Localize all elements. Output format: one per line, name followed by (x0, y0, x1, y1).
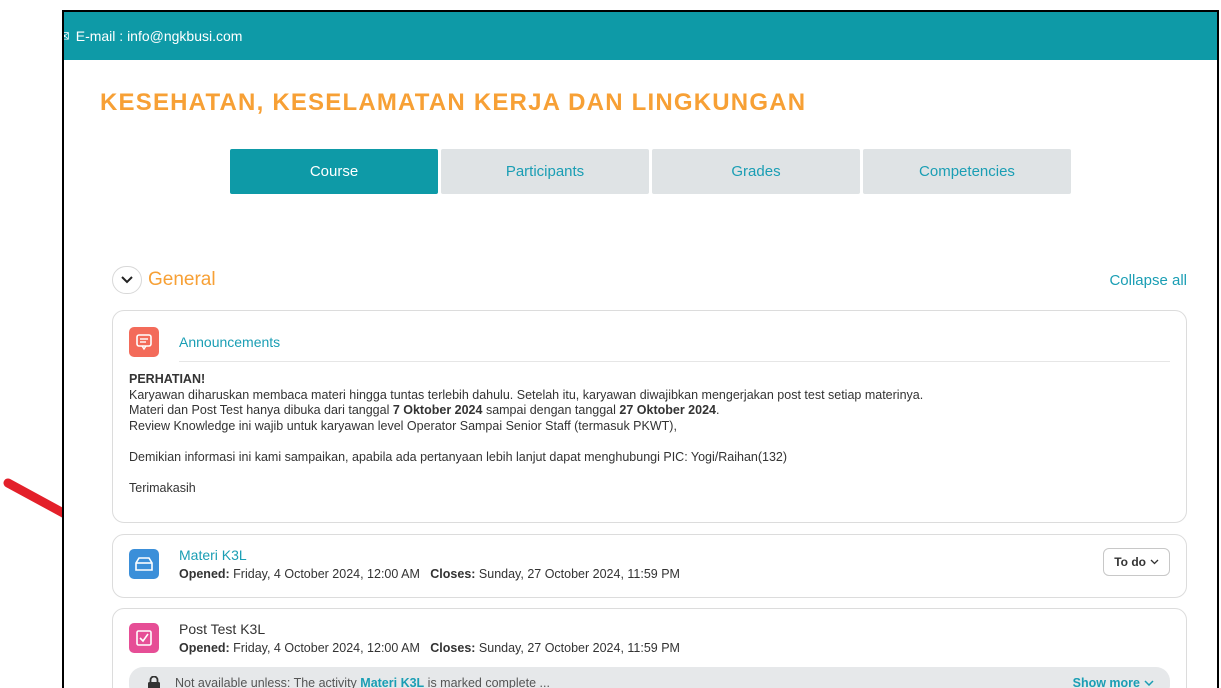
tab-participants[interactable]: Participants (441, 149, 649, 194)
top-contact-bar: ✉ E-mail : info@ngkbusi.com (64, 12, 1217, 60)
forum-icon (129, 327, 159, 357)
activity-posttest-card: Post Test K3L Opened: Friday, 4 October … (112, 608, 1187, 688)
activity-dates: Opened: Friday, 4 October 2024, 12:00 AM… (179, 567, 680, 581)
lock-icon (148, 676, 160, 688)
restriction-activity-link[interactable]: Materi K3L (360, 676, 424, 688)
announcement-line: Materi dan Post Test hanya dibuka dari t… (129, 403, 720, 417)
section-collapse-toggle[interactable] (112, 266, 142, 294)
announcements-card: Announcements PERHATIAN! Karyawan diharu… (112, 310, 1187, 523)
quiz-check-icon (129, 623, 159, 653)
restriction-text: Not available unless: The activity Mater… (175, 676, 550, 688)
section-title: General (148, 269, 216, 290)
announcement-text: PERHATIAN! Karyawan diharuskan membaca m… (129, 372, 1170, 496)
announcement-line: Karyawan diharuskan membaca materi hingg… (129, 387, 924, 402)
divider (179, 361, 1170, 362)
announcement-heading: PERHATIAN! (129, 372, 206, 386)
announcement-signoff: Terimakasih (129, 480, 196, 495)
tab-grades[interactable]: Grades (652, 149, 860, 194)
announcement-line: Review Knowledge ini wajib untuk karyawa… (129, 418, 677, 433)
access-restriction-notice: Not available unless: The activity Mater… (129, 667, 1170, 688)
resource-box-icon (129, 549, 159, 579)
course-title: KESEHATAN, KESELAMATAN KERJA DAN LINGKUN… (100, 89, 807, 116)
activity-dates: Opened: Friday, 4 October 2024, 12:00 AM… (179, 641, 680, 655)
chevron-down-icon (1150, 559, 1159, 565)
chevron-down-icon (121, 276, 133, 284)
mail-icon: ✉ (64, 28, 70, 45)
announcement-line: Demikian informasi ini kami sampaikan, a… (129, 449, 788, 464)
tab-course[interactable]: Course (230, 149, 438, 194)
section-general-header: General Collapse all (112, 266, 1187, 294)
contact-email: E-mail : info@ngkbusi.com (75, 28, 243, 44)
course-nav-tabs: Course Participants Grades Competencies (230, 149, 1071, 194)
activity-materi-link[interactable]: Materi K3L (179, 547, 247, 563)
browser-viewport: ✉ E-mail : info@ngkbusi.com KESEHATAN, K… (62, 10, 1219, 688)
activity-posttest-title: Post Test K3L (179, 621, 266, 637)
completion-todo-dropdown[interactable]: To do (1103, 548, 1170, 576)
collapse-all-link[interactable]: Collapse all (1109, 272, 1187, 289)
activity-materi-card: Materi K3L Opened: Friday, 4 October 202… (112, 534, 1187, 598)
tab-competencies[interactable]: Competencies (863, 149, 1071, 194)
chevron-down-icon (1144, 680, 1154, 686)
announcements-link[interactable]: Announcements (179, 334, 280, 350)
show-more-button[interactable]: Show more (1073, 676, 1154, 688)
